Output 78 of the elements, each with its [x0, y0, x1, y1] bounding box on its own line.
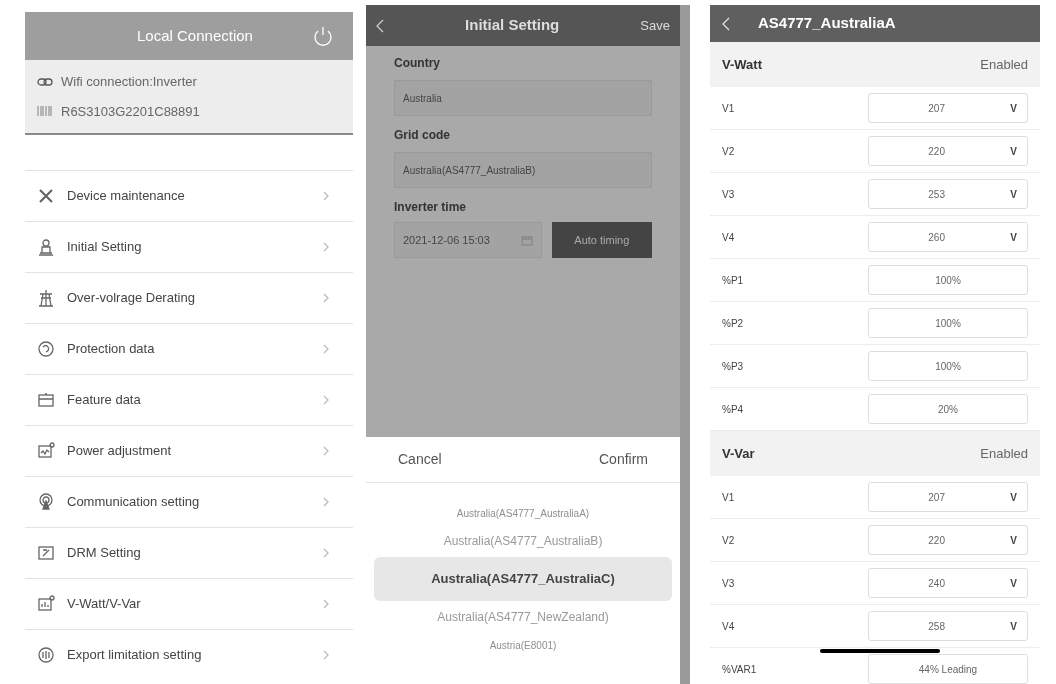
row-label: %P1 [722, 273, 744, 288]
input-field[interactable]: 253 V [868, 179, 1028, 209]
row-label: %P3 [722, 359, 744, 374]
menu-item[interactable]: Export limitation setting [25, 629, 353, 680]
chevron-right-icon [323, 395, 329, 405]
chevron-right-icon [323, 497, 329, 507]
input-field[interactable]: 207 V [868, 482, 1028, 512]
confirm-button[interactable]: Confirm [599, 449, 648, 470]
section-status: Enabled [980, 444, 1028, 463]
back-icon[interactable] [376, 18, 384, 33]
chevron-right-icon [323, 650, 329, 660]
row-label: %P2 [722, 316, 744, 331]
row-label: V1 [722, 101, 735, 116]
menu-item[interactable]: Power adjustment [25, 425, 353, 476]
serial-number: R6S3103G2201C88891 [61, 102, 200, 121]
calendar-icon [520, 234, 533, 246]
date-field[interactable]: 2021-12-06 15:03 [394, 222, 542, 258]
chart-icon [37, 595, 55, 613]
header-title: Initial Setting [464, 15, 561, 36]
chevron-right-icon [323, 191, 329, 201]
picker-option[interactable]: Australia(AS4777_AustraliaC) [374, 557, 672, 601]
back-icon[interactable] [722, 16, 730, 31]
input-field[interactable]: 100% [868, 351, 1028, 381]
antenna-icon [37, 493, 55, 511]
power-icon[interactable] [313, 25, 333, 47]
chevron-right-icon [323, 599, 329, 609]
row-label: V1 [722, 490, 735, 505]
row-label: V2 [722, 533, 735, 548]
section-title: V-Watt [722, 55, 762, 74]
row-label: V4 [722, 619, 735, 634]
input-field[interactable]: Australia [394, 80, 652, 116]
field-label: Grid code [394, 127, 451, 144]
chevron-right-icon [323, 293, 329, 303]
chevron-right-icon [323, 446, 329, 456]
row-label: %VAR1 [722, 662, 757, 677]
menu-item[interactable]: V-Watt/V-Var [25, 578, 353, 629]
menu-item[interactable]: Feature data [25, 374, 353, 425]
barcode-icon [37, 105, 53, 118]
menu-item[interactable]: Protection data [25, 323, 353, 374]
row-label: %P4 [722, 402, 744, 417]
wifi-status: Wifi connection:Inverter [61, 73, 197, 91]
chart-icon [37, 442, 55, 460]
box-icon [37, 391, 55, 409]
header-title: AS4777_AustraliaA [758, 13, 896, 34]
input-field[interactable]: Australia(AS4777_AustraliaB) [394, 152, 652, 188]
row-label: V3 [722, 576, 735, 591]
section-status: Enabled [980, 55, 1028, 74]
menu-item[interactable]: DRM Setting [25, 527, 353, 578]
header-title: Local Connection [137, 25, 253, 46]
input-field[interactable]: 260 V [868, 222, 1028, 252]
input-field[interactable]: 220 V [868, 525, 1028, 555]
input-field[interactable]: 220 V [868, 136, 1028, 166]
input-field[interactable]: 20% [868, 394, 1028, 424]
section-title: V-Var [722, 444, 755, 463]
input-field[interactable]: 207 V [868, 93, 1028, 123]
row-label: V3 [722, 187, 735, 202]
panel-icon [37, 544, 55, 562]
chevron-right-icon [323, 242, 329, 252]
cancel-button[interactable]: Cancel [398, 449, 442, 470]
input-field[interactable]: 44% Leading [868, 654, 1028, 684]
input-field[interactable]: 240 V [868, 568, 1028, 598]
input-field[interactable]: 100% [868, 308, 1028, 338]
row-label: V4 [722, 230, 735, 245]
menu-item[interactable]: Communication setting [25, 476, 353, 527]
chevron-right-icon [323, 548, 329, 558]
link-icon [37, 77, 53, 86]
menu-item[interactable]: Over-volrage Derating [25, 272, 353, 323]
field-label: Inverter time [394, 199, 468, 216]
row-label: V2 [722, 144, 735, 159]
tower-icon [37, 289, 55, 307]
input-field[interactable]: 100% [868, 265, 1028, 295]
auto-timing-button[interactable]: Auto timing [551, 222, 652, 258]
input-field[interactable]: 258 V [868, 611, 1028, 641]
menu-item[interactable]: Initial Setting [25, 221, 353, 272]
save-button[interactable]: Save [640, 15, 670, 36]
menu-item[interactable]: Device maintenance [25, 170, 353, 221]
chevron-right-icon [323, 344, 329, 354]
field-label: Country [394, 55, 441, 72]
